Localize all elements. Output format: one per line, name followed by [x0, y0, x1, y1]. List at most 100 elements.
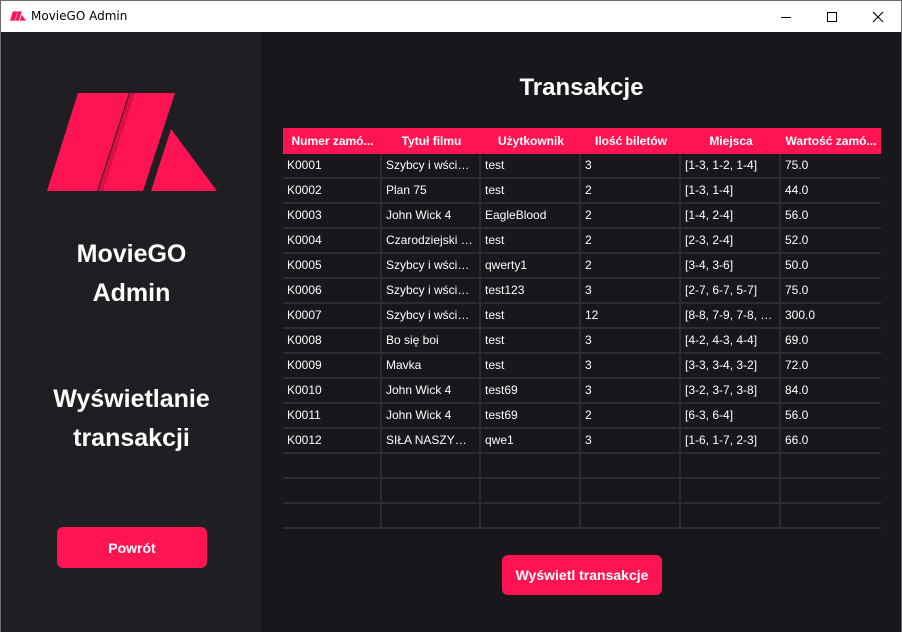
- table-cell: Szybcy i wściekl...: [382, 304, 481, 327]
- show-transactions-button[interactable]: Wyświetl transakcje: [502, 555, 662, 595]
- table-row[interactable]: K0005 Szybcy i wściekl... qwerty1 2 [3-4, 3-…: [283, 254, 881, 279]
- maximize-button[interactable]: [809, 1, 855, 32]
- column-header[interactable]: Numer zamó...: [283, 128, 382, 154]
- table-cell: 52.0: [785, 233, 809, 247]
- table-row[interactable]: K0007 Szybcy i wściekl... test 12 [8-8, 7-9,…: [283, 304, 881, 329]
- table-cell: 3: [581, 354, 681, 377]
- table-cell: [1-3, 1-4]: [681, 179, 781, 202]
- table-cell: K0006: [283, 279, 382, 302]
- table-row[interactable]: K0003 John Wick 4 EagleBlood 2 [1-4, 2-4] 56.…: [283, 204, 881, 229]
- table-cell: K0001: [283, 154, 382, 177]
- table-cell: EagleBlood: [481, 204, 581, 227]
- table-row[interactable]: K0009 Mavka test 3 [3-3, 3-4, 3-2] 72.0: [283, 354, 881, 379]
- table-cell: [781, 454, 881, 477]
- table-cell: [382, 479, 481, 502]
- table-cell: 84.0: [785, 383, 809, 397]
- table-cell: qwe1: [481, 429, 581, 452]
- table-cell: Czarodziejski flet: [382, 229, 481, 252]
- column-header[interactable]: Wartość zamó...: [781, 128, 881, 154]
- table-cell: test: [481, 229, 581, 252]
- table-cell: [581, 479, 681, 502]
- column-header[interactable]: Użytkownik: [481, 128, 581, 154]
- table-cell: test123: [481, 279, 581, 302]
- app-title: MovieGO Admin: [1, 235, 262, 313]
- table-cell: Szybcy i wściekl...: [382, 254, 481, 277]
- column-header[interactable]: Miejsca: [681, 128, 781, 154]
- table-cell: 2: [581, 229, 681, 252]
- table-cell: [781, 504, 881, 527]
- table-cell: 3: [581, 379, 681, 402]
- table-cell: 300.0: [785, 308, 816, 322]
- table-body: K0001 Szybcy i wściekl... test 3 [1-3, 1-2, …: [283, 154, 881, 529]
- minimize-button[interactable]: [763, 1, 809, 32]
- moviego-logo-icon: [10, 11, 26, 21]
- table-cell: test: [481, 354, 581, 377]
- table-cell: 2: [581, 254, 681, 277]
- window-title: MovieGO Admin: [31, 9, 128, 23]
- maximize-icon: [827, 12, 837, 22]
- table-cell: [283, 454, 382, 477]
- table-row[interactable]: K0011 John Wick 4 test69 2 [6-3, 6-4] 56.0: [283, 404, 881, 429]
- table-cell: K0010: [283, 379, 382, 402]
- table-cell: [1-3, 1-2, 1-4]: [681, 154, 781, 177]
- app-title-line1: MovieGO: [76, 240, 187, 268]
- table-cell: qwerty1: [481, 254, 581, 277]
- table-row[interactable]: K0002 Plan 75 test 2 [1-3, 1-4] 44.0: [283, 179, 881, 204]
- table-cell: 72.0: [785, 358, 809, 372]
- table-cell: Bo się boi: [382, 329, 481, 352]
- table-cell: [3-4, 3-6]: [681, 254, 781, 277]
- table-row[interactable]: K0012 SIŁA NASZYCH ... qwe1 3 [1-6, 1-7, 2-3…: [283, 429, 881, 454]
- table-cell: [1-4, 2-4]: [681, 204, 781, 227]
- table-row[interactable]: K0006 Szybcy i wściekl... test123 3 [2-7, 6-…: [283, 279, 881, 304]
- table-cell: K0007: [283, 304, 382, 327]
- table-cell: SIŁA NASZYCH ...: [382, 429, 481, 452]
- table-cell: Szybcy i wściekl...: [382, 154, 481, 177]
- table-cell: K0012: [283, 429, 382, 452]
- table-cell: test: [481, 154, 581, 177]
- table-cell: 3: [581, 329, 681, 352]
- table-row[interactable]: [283, 504, 881, 529]
- table-cell: John Wick 4: [382, 204, 481, 227]
- table-row[interactable]: K0004 Czarodziejski flet test 2 [2-3, 2-4] 52…: [283, 229, 881, 254]
- table-cell: 2: [581, 404, 681, 427]
- table-cell: 44.0: [785, 183, 809, 197]
- table-cell: test69: [481, 379, 581, 402]
- table-cell: [681, 454, 781, 477]
- app-window: MovieGO Admin MovieGO Admin Wyświetlanie…: [0, 0, 902, 632]
- close-icon: [872, 11, 884, 23]
- table-cell: test: [481, 304, 581, 327]
- table-cell: [1-6, 1-7, 2-3]: [681, 429, 781, 452]
- table-cell: test: [481, 329, 581, 352]
- minimize-icon: [781, 17, 791, 18]
- transactions-table[interactable]: Numer zamó... Tytuł filmu Użytkownik Ilość …: [283, 128, 881, 530]
- table-cell: 75.0: [785, 158, 809, 172]
- column-header[interactable]: Ilość biletów: [581, 128, 681, 154]
- table-cell: [4-2, 4-3, 4-4]: [681, 329, 781, 352]
- table-cell: [781, 479, 881, 502]
- title-bar: MovieGO Admin: [1, 1, 901, 32]
- table-cell: [8-8, 7-9, 7-8, 6...: [681, 304, 781, 327]
- column-header[interactable]: Tytuł filmu: [382, 128, 481, 154]
- table-cell: [3-2, 3-7, 3-8]: [681, 379, 781, 402]
- table-cell: [382, 454, 481, 477]
- table-cell: Szybcy i wściekl...: [382, 279, 481, 302]
- back-button[interactable]: Powrót: [57, 527, 207, 568]
- table-row[interactable]: K0008 Bo się boi test 3 [4-2, 4-3, 4-4] 69.0: [283, 329, 881, 354]
- section-title-line1: Wyświetlanie: [53, 385, 210, 413]
- table-cell: [681, 504, 781, 527]
- close-button[interactable]: [855, 1, 901, 32]
- section-title-line2: transakcji: [73, 424, 190, 452]
- table-cell: K0011: [283, 404, 382, 427]
- table-cell: 66.0: [785, 433, 809, 447]
- moviego-logo-icon: [47, 93, 217, 191]
- table-cell: Plan 75: [382, 179, 481, 202]
- table-cell: [2-7, 6-7, 5-7]: [681, 279, 781, 302]
- table-row[interactable]: [283, 454, 881, 479]
- table-row[interactable]: K0001 Szybcy i wściekl... test 3 [1-3, 1-2, …: [283, 154, 881, 179]
- page-title: Transakcje: [519, 74, 644, 101]
- table-cell: [3-3, 3-4, 3-2]: [681, 354, 781, 377]
- table-row[interactable]: K0010 John Wick 4 test69 3 [3-2, 3-7, 3-8] 84…: [283, 379, 881, 404]
- table-cell: 75.0: [785, 283, 809, 297]
- table-row[interactable]: [283, 479, 881, 504]
- table-cell: [283, 479, 382, 502]
